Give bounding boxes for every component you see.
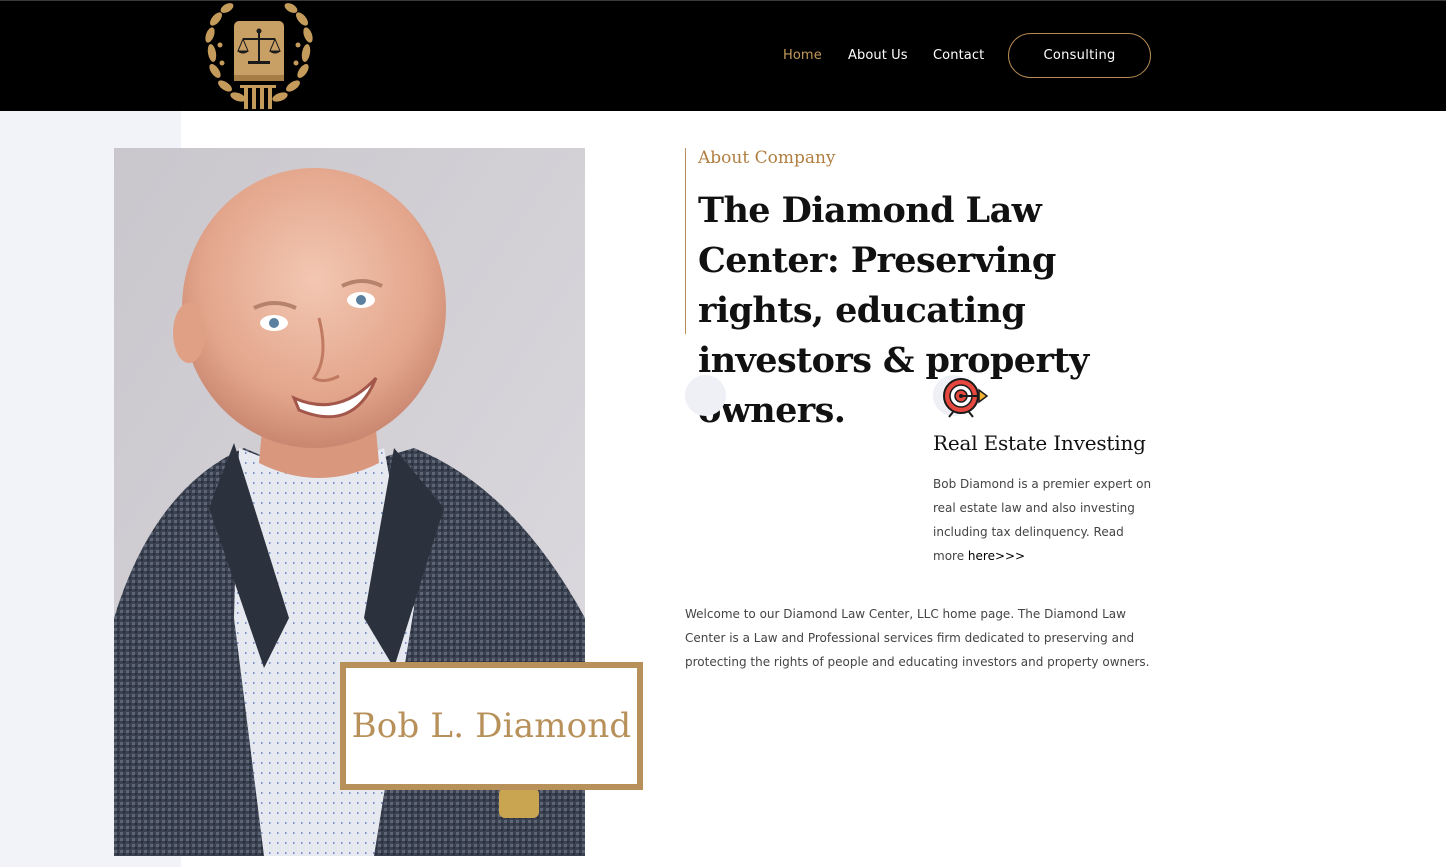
- section-eyebrow: About Company: [698, 148, 836, 168]
- target-icon: [943, 378, 989, 418]
- welcome-paragraph: Welcome to our Diamond Law Center, LLC h…: [685, 607, 1150, 669]
- nav-about-us-link[interactable]: About Us: [848, 48, 908, 63]
- consulting-button[interactable]: Consulting: [1008, 33, 1151, 78]
- site-header: Home About Us Contact Consulting: [0, 0, 1446, 111]
- feature-description: Bob Diamond is a premier expert on real …: [933, 472, 1158, 568]
- nav-contact-link[interactable]: Contact: [933, 48, 984, 63]
- nav-home-link[interactable]: Home: [783, 48, 822, 63]
- feature-title: Real Estate Investing: [933, 431, 1146, 455]
- feature-icon-placeholder: [685, 375, 726, 416]
- feature-text-body: Bob Diamond is a premier expert on real …: [933, 477, 1152, 563]
- name-card: Bob L. Diamond: [340, 662, 643, 790]
- main-nav: Home About Us Contact: [0, 48, 1446, 68]
- person-name: Bob L. Diamond: [351, 706, 632, 746]
- about-heading-block: About Company The Diamond Law Center: Pr…: [685, 148, 1165, 431]
- read-more-link[interactable]: here>>>: [968, 549, 1025, 563]
